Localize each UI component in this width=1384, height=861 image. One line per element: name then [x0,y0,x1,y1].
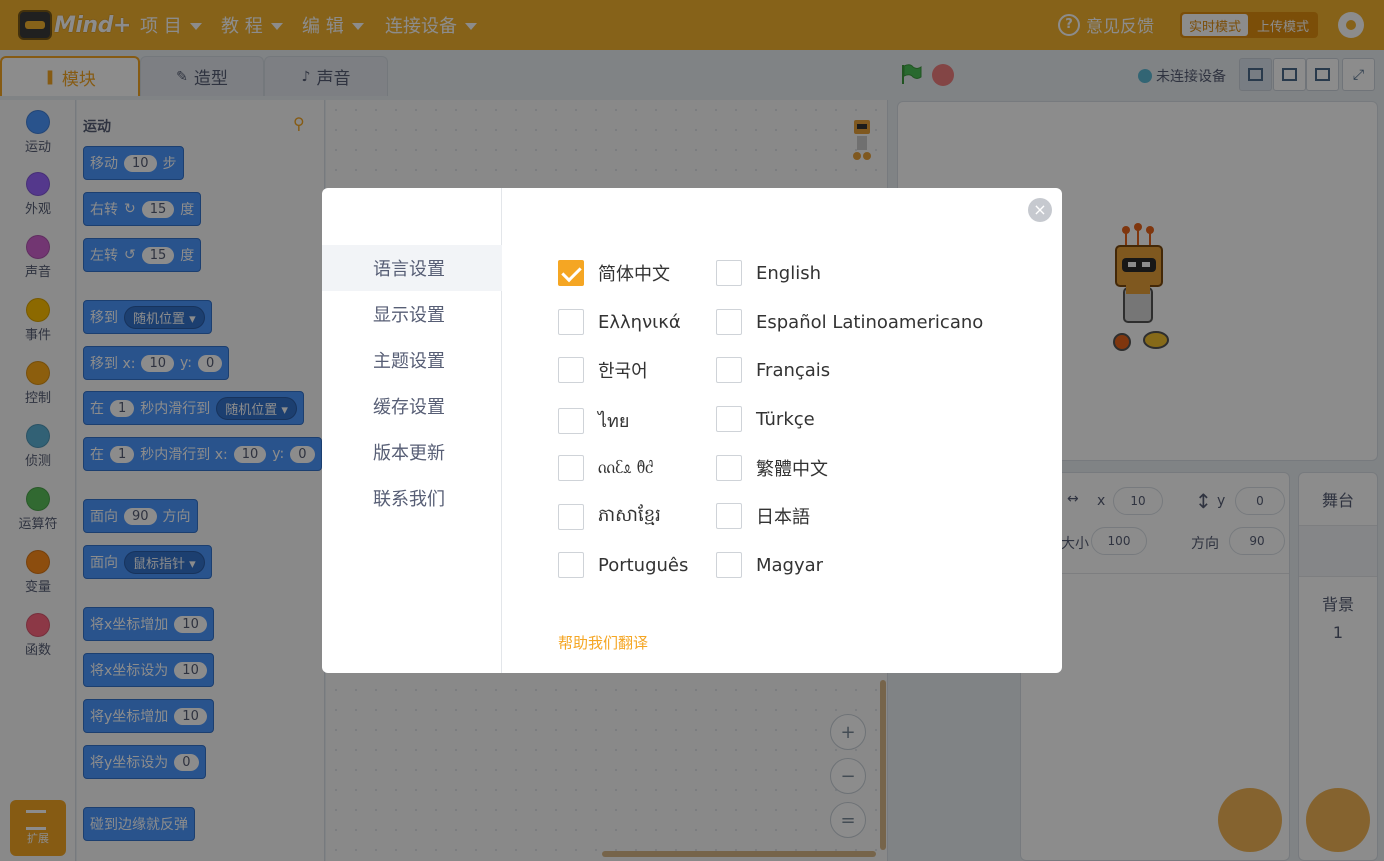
checkbox[interactable] [716,552,742,578]
language-option-pt[interactable]: Português [558,552,688,578]
language-option-th[interactable]: ไทย [558,406,629,435]
settings-nav-theme[interactable]: 主题设置 [322,337,502,383]
checkbox[interactable] [558,309,584,335]
checkbox[interactable] [716,406,742,432]
checkbox[interactable] [716,455,742,481]
language-label: Ελληνικά [598,311,681,333]
settings-nav: 语言设置 显示设置 主题设置 缓存设置 版本更新 联系我们 [322,188,502,673]
language-option-other-script[interactable]: ᦶᦷᦸ ᦹᦺ [558,455,654,481]
settings-modal: 语言设置 显示设置 主题设置 缓存设置 版本更新 联系我们 × 简体中文 Ελλ… [322,188,1062,673]
settings-nav-label: 语言设置 [373,259,445,280]
checkbox-checked-icon[interactable] [558,260,584,286]
language-label: Magyar [756,554,824,576]
language-label: English [756,262,821,284]
settings-nav-label: 主题设置 [373,351,445,372]
language-option-es-la[interactable]: Español Latinoamericano [716,309,983,335]
language-option-zh-tw[interactable]: 繁體中文 [716,455,828,481]
close-icon: × [1033,200,1047,219]
language-label: 繁體中文 [756,459,828,480]
settings-nav-label: 缓存设置 [373,397,445,418]
settings-nav-language[interactable]: 语言设置 [322,245,502,291]
language-label: ភាសាខ្មែរ [598,505,661,526]
checkbox[interactable] [558,503,584,530]
close-button[interactable]: × [1028,198,1052,222]
settings-nav-update[interactable]: 版本更新 [322,429,502,475]
checkbox[interactable] [716,260,742,286]
language-option-hu[interactable]: Magyar [716,552,823,578]
language-option-ko[interactable]: 한국어 [558,357,648,383]
settings-nav-display[interactable]: 显示设置 [322,291,502,337]
settings-nav-label: 显示设置 [373,305,445,326]
help-translate-link[interactable]: 帮助我们翻译 [558,632,648,653]
settings-nav-cache[interactable]: 缓存设置 [322,383,502,429]
settings-nav-contact[interactable]: 联系我们 [322,475,502,521]
language-option-km[interactable]: ភាសាខ្មែរ [558,503,661,530]
settings-nav-label: 版本更新 [373,443,445,464]
checkbox[interactable] [558,455,584,481]
language-option-en[interactable]: English [716,260,821,286]
language-label: 日本語 [756,507,810,528]
language-label: Türkçe [756,408,815,430]
settings-nav-label: 联系我们 [373,489,445,510]
language-option-el[interactable]: Ελληνικά [558,309,681,335]
language-label: 简体中文 [598,264,670,285]
language-option-zh-cn[interactable]: 简体中文 [558,260,670,286]
language-option-tr[interactable]: Türkçe [716,406,815,432]
language-label: Español Latinoamericano [756,311,984,333]
checkbox[interactable] [558,407,584,434]
checkbox[interactable] [716,309,742,335]
language-label: 한국어 [598,361,648,382]
checkbox[interactable] [558,357,584,383]
language-option-ja[interactable]: 日本語 [716,503,810,529]
checkbox[interactable] [558,552,584,578]
language-label: Português [598,554,689,576]
language-label: ᦶᦷᦸ ᦹᦺ [598,457,654,478]
checkbox[interactable] [716,357,742,383]
language-label: ไทย [598,411,630,432]
checkbox[interactable] [716,503,742,529]
language-option-fr[interactable]: Français [716,357,830,383]
language-label: Français [756,359,831,381]
